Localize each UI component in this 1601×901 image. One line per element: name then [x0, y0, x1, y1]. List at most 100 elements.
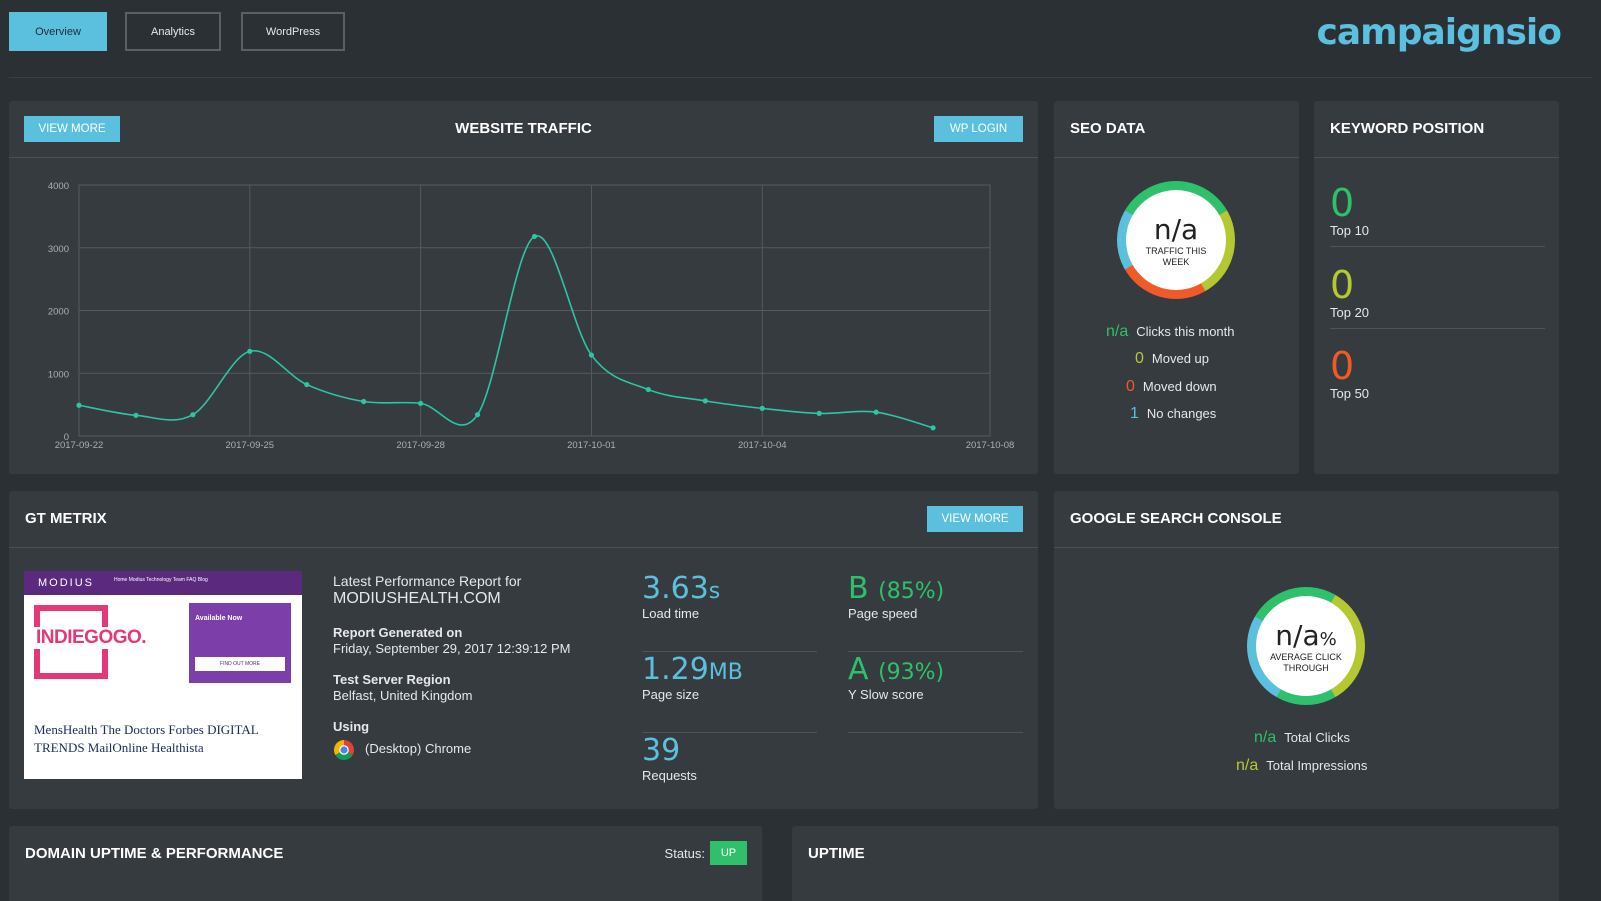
metric-page-size: 1.29MB Page size: [642, 652, 817, 733]
metric-grade: B: [848, 571, 869, 606]
site-screenshot-thumbnail[interactable]: MODIUS Home Modius Technology Team FAQ B…: [24, 571, 302, 779]
tab-analytics[interactable]: Analytics: [125, 12, 221, 51]
metric-label: Load time: [642, 606, 700, 621]
x-tick-label: 2017-10-01: [567, 440, 616, 451]
status-group: Status: UP: [627, 826, 747, 883]
click-through-label: AVERAGE CLICK THROUGH: [1270, 651, 1342, 673]
report-generated-value: Friday, September 29, 2017 12:39:12 PM: [333, 641, 571, 656]
report-region-value: Belfast, United Kingdom: [333, 688, 473, 703]
keyword-top-20: 0 Top 20: [1330, 247, 1545, 329]
metric-percent: (85%): [878, 579, 945, 604]
tab-overview[interactable]: Overview: [9, 12, 107, 51]
gsc-stat-total-clicks: n/a Total Clicks: [1254, 729, 1350, 747]
x-tick-label: 2017-10-04: [738, 440, 787, 451]
traffic-data-point: [702, 398, 708, 404]
gsc-title: GOOGLE SEARCH CONSOLE: [1070, 510, 1282, 527]
traffic-data-point: [418, 400, 424, 406]
seo-stat-label: Moved up: [1151, 351, 1209, 366]
seo-stat-moved-down: 0 Moved down: [1126, 378, 1217, 396]
thumb-header: MODIUS Home Modius Technology Team FAQ B…: [24, 571, 302, 595]
click-through-ring-gauge: n/a% AVERAGE CLICK THROUGH: [1247, 587, 1365, 705]
click-through-ring-center: n/a% AVERAGE CLICK THROUGH: [1256, 596, 1356, 696]
y-tick-label: 4000: [48, 181, 69, 192]
gt-panel-header: GT METRIX VIEW MORE: [9, 491, 1038, 548]
y-tick-label: 3000: [48, 244, 69, 255]
seo-stat-clicks: n/a Clicks this month: [1106, 323, 1235, 341]
thumb-promo-box: Available Now FIND OUT MORE: [189, 603, 291, 683]
seo-stat-no-changes: 1 No changes: [1130, 405, 1216, 423]
keyword-position-panel: KEYWORD POSITION 0 Top 10 0 Top 20 0 Top…: [1314, 101, 1559, 474]
metric-percent: (93%): [878, 660, 945, 685]
metric-yslow-score: A (93%) Y Slow score: [848, 652, 1023, 733]
keyword-label: Top 50: [1330, 386, 1370, 401]
metric-requests: 39 Requests: [642, 733, 817, 809]
thumb-indiegogo-logo: INDIEGOGO.: [34, 627, 149, 649]
metric-load-time: 3.63s Load time: [642, 571, 817, 652]
thumb-promo-button: FIND OUT MORE: [195, 657, 285, 671]
traffic-data-point: [588, 352, 595, 358]
x-tick-label: 2017-09-25: [226, 440, 275, 451]
traffic-data-point: [361, 398, 367, 405]
metric-page-speed: B (85%) Page speed: [848, 571, 1023, 652]
gsc-stat-value: n/a: [1236, 757, 1259, 774]
keyword-count: 0: [1330, 344, 1355, 388]
traffic-series-line: [78, 235, 934, 429]
traffic-ring-gauge: n/a TRAFFIC THIS WEEK: [1117, 181, 1235, 299]
thumb-press-logos: MensHealth The Doctors Forbes DIGITAL TR…: [34, 722, 259, 755]
metric-value: A (93%): [848, 652, 944, 687]
traffic-data-point: [474, 412, 481, 418]
keyword-label: Top 20: [1330, 305, 1370, 320]
click-through-value: n/a%: [1275, 619, 1336, 652]
traffic-panel-header: VIEW MORE WEBSITE TRAFFIC WP LOGIN: [9, 101, 1038, 158]
thumb-logo: MODIUS: [38, 577, 94, 589]
y-tick-label: 2000: [48, 307, 69, 318]
brand-logo[interactable]: campaignsio: [1317, 12, 1562, 53]
metric-grade: A: [848, 652, 869, 687]
gsc-stat-label: Total Clicks: [1284, 730, 1350, 745]
seo-stat-value: 0: [1126, 378, 1135, 395]
seo-stat-label: Clicks this month: [1136, 324, 1235, 339]
status-badge: UP: [710, 841, 747, 865]
x-tick-label: 2017-10-08: [966, 440, 1015, 451]
report-domain: MODIUSHEALTH.COM: [333, 590, 501, 607]
metric-unit: MB: [708, 660, 743, 685]
metric-label: Page speed: [848, 606, 918, 621]
wp-login-button[interactable]: WP LOGIN: [934, 116, 1023, 142]
gt-view-more-button[interactable]: VIEW MORE: [927, 506, 1023, 532]
header-divider: [9, 77, 1592, 78]
x-tick-label: 2017-09-22: [55, 440, 104, 451]
traffic-data-point: [759, 405, 765, 411]
keyword-title: KEYWORD POSITION: [1330, 120, 1485, 137]
tab-wordpress[interactable]: WordPress: [241, 12, 345, 51]
gsc-stat-value: n/a: [1254, 729, 1277, 746]
traffic-ring-center: n/a TRAFFIC THIS WEEK: [1126, 190, 1226, 290]
traffic-data-point: [645, 386, 651, 393]
metric-value: 1.29MB: [642, 652, 743, 687]
website-traffic-panel: VIEW MORE WEBSITE TRAFFIC WP LOGIN 0 1000…: [9, 101, 1038, 474]
traffic-data-point: [190, 412, 196, 418]
x-tick-label: 2017-09-28: [396, 440, 445, 451]
metric-value: 3.63s: [642, 571, 720, 606]
traffic-data-point: [133, 412, 139, 418]
gsc-stat-total-impressions: n/a Total Impressions: [1236, 757, 1367, 775]
uptime-title: UPTIME: [808, 845, 865, 862]
click-through-number: n/a: [1275, 618, 1320, 652]
gt-title: GT METRIX: [25, 510, 107, 527]
thumb-promo-title: Available Now: [195, 615, 243, 622]
status-label: Status:: [664, 846, 705, 861]
traffic-data-point: [304, 381, 310, 388]
seo-stat-label: Moved down: [1142, 379, 1217, 394]
metric-unit: s: [708, 579, 721, 604]
traffic-data-point: [816, 410, 822, 417]
report-title: Latest Performance Report for: [333, 573, 522, 589]
keyword-label: Top 10: [1330, 223, 1370, 238]
report-using-label: Using: [333, 719, 370, 734]
traffic-ring-label: TRAFFIC THIS WEEK: [1145, 245, 1207, 267]
metric-number: 3.63: [642, 571, 709, 606]
traffic-data-point: [531, 233, 538, 240]
gsc-panel-header: GOOGLE SEARCH CONSOLE: [1054, 491, 1559, 548]
top-bar: Overview Analytics WordPress campaignsio: [0, 0, 1601, 78]
click-through-unit: %: [1319, 628, 1337, 650]
gt-metrix-panel: GT METRIX VIEW MORE MODIUS Home Modius T…: [9, 491, 1038, 809]
keyword-top-10: 0 Top 10: [1330, 165, 1545, 247]
